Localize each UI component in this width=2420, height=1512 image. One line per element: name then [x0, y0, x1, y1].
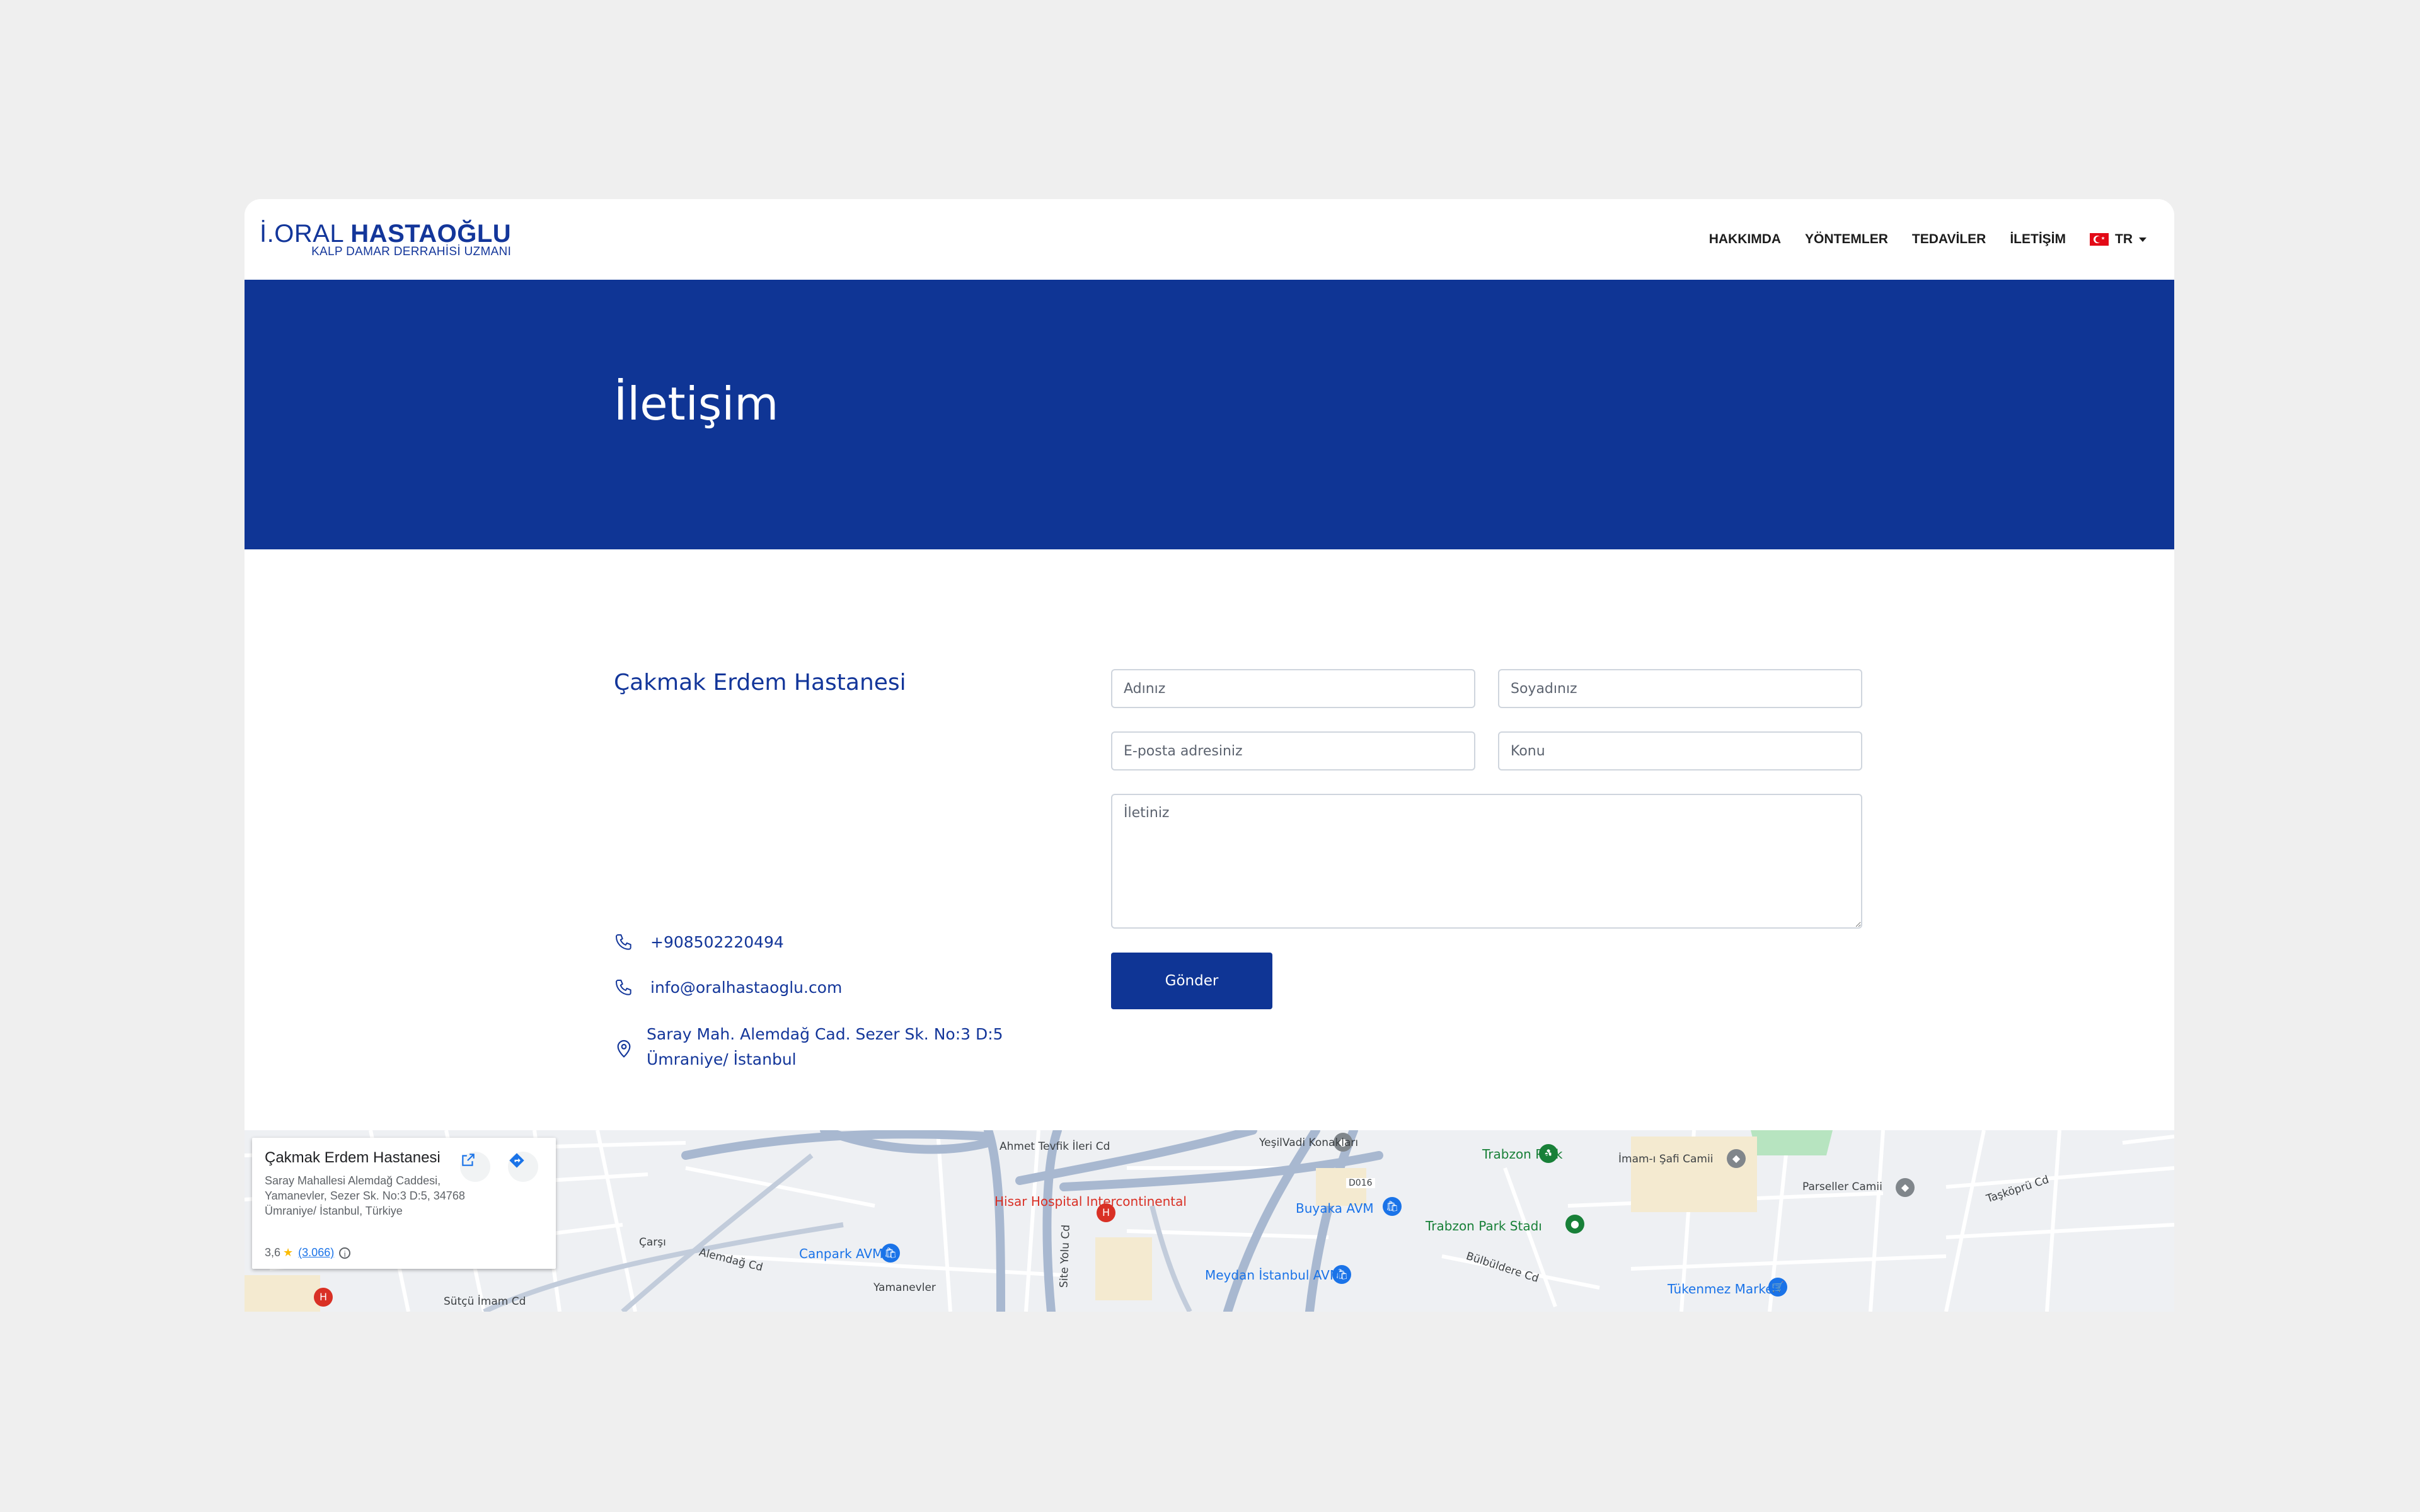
logo-text: İ.ORAL HASTAOĞLU: [260, 220, 511, 247]
open-in-maps-button[interactable]: [460, 1152, 490, 1182]
map-label-site-yolu: Site Yolu Cd: [1057, 1224, 1073, 1288]
map-label-yesilvadi: YeşilVadi Konakları: [1259, 1137, 1359, 1149]
page-title: İletişim: [614, 377, 779, 430]
map-label-meydan: Meydan İstanbul AVM: [1205, 1268, 1341, 1283]
embedded-map[interactable]: H 🛍 🛍 🛍 ♣ ● 🛒 ● ◆ ◆ H Hisar Hospital Int…: [245, 1130, 2174, 1312]
map-label-parseller: Parseller Camii: [1802, 1181, 1882, 1193]
contact-hospital-name: Çakmak Erdem Hastanesi: [614, 670, 906, 696]
map-label-hisar: Hisar Hospital Intercontinental: [994, 1194, 1187, 1209]
hospital-pin-icon[interactable]: H: [314, 1288, 333, 1307]
phone-icon: [616, 980, 631, 995]
map-card-title: Çakmak Erdem Hastanesi: [265, 1149, 441, 1166]
site-logo[interactable]: İ.ORAL HASTAOĞLU KALP DAMAR DERRAHİSİ UZ…: [260, 220, 511, 258]
site-header: İ.ORAL HASTAOĞLU KALP DAMAR DERRAHİSİ UZ…: [245, 199, 2174, 280]
contact-address: Saray Mah. Alemdağ Cad. Sezer Sk. No:3 D…: [614, 1022, 1050, 1072]
phone-icon: [616, 934, 631, 950]
star-icon: ★: [283, 1246, 294, 1259]
map-label-canpark: Canpark AVM: [799, 1246, 884, 1261]
submit-button[interactable]: Gönder: [1111, 953, 1272, 1009]
mosque-pin-icon[interactable]: ◆: [1896, 1178, 1915, 1197]
map-label-buyaka: Buyaka AVM: [1296, 1201, 1374, 1216]
logo-subtitle: KALP DAMAR DERRAHİSİ UZMANI: [311, 245, 512, 258]
email-field[interactable]: [1111, 731, 1475, 770]
language-label: TR: [2115, 232, 2133, 246]
hero-banner: İletişim: [245, 280, 2174, 549]
map-label-tukenmez: Tükenmez Market: [1668, 1281, 1778, 1297]
mosque-pin-icon[interactable]: ◆: [1727, 1149, 1746, 1168]
main-nav: HAKKIMDA YÖNTEMLER TEDAVİLER İLETİŞİM TR: [1685, 199, 2146, 280]
map-label-trabzon-park: Trabzon Park: [1482, 1147, 1563, 1162]
shopping-pin-icon[interactable]: 🛍: [1383, 1197, 1402, 1216]
map-label-d016: D016: [1346, 1178, 1375, 1188]
nav-item-tedaviler[interactable]: TEDAVİLER: [1912, 232, 1986, 247]
nav-item-hakkimda[interactable]: HAKKIMDA: [1709, 232, 1781, 247]
logo-name-bold: HASTAOĞLU: [350, 220, 512, 248]
map-label-ahmet: Ahmet Tevfik İleri Cd: [1000, 1140, 1110, 1153]
nav-item-yontemler[interactable]: YÖNTEMLER: [1805, 232, 1888, 247]
phone-number: +908502220494: [650, 933, 784, 951]
last-name-field[interactable]: [1498, 669, 1862, 708]
directions-button[interactable]: [508, 1152, 538, 1182]
turkey-flag-icon: [2090, 233, 2109, 246]
map-label-sutcu: Sütçü İmam Cd: [444, 1295, 526, 1308]
map-label-trabzon-stadi: Trabzon Park Stadı: [1426, 1218, 1542, 1234]
subject-field[interactable]: [1498, 731, 1862, 770]
page-frame: İ.ORAL HASTAOĞLU KALP DAMAR DERRAHİSİ UZ…: [245, 199, 2174, 1312]
info-icon[interactable]: i: [339, 1247, 351, 1259]
map-pin-icon: [617, 1040, 631, 1058]
shopping-pin-icon[interactable]: 🛍: [881, 1244, 900, 1263]
contact-phone[interactable]: +908502220494: [614, 930, 784, 955]
first-name-field[interactable]: [1111, 669, 1475, 708]
rating-value: 3,6: [265, 1246, 281, 1259]
map-label-carsi: Çarşı: [639, 1236, 666, 1249]
reviews-link[interactable]: (3.066): [298, 1246, 334, 1259]
address-text: Saray Mah. Alemdağ Cad. Sezer Sk. No:3 D…: [647, 1025, 1003, 1068]
caret-down-icon: [2139, 237, 2146, 242]
email-address: info@oralhastaoglu.com: [650, 978, 843, 997]
map-label-imam: İmam-ı Şafi Camii: [1618, 1153, 1714, 1166]
language-dropdown[interactable]: TR: [2090, 232, 2146, 247]
message-textarea[interactable]: [1111, 794, 1862, 929]
directions-icon: [509, 1153, 524, 1168]
logo-name-light: İ.ORAL: [260, 220, 343, 248]
map-card-address: Saray Mahallesi Alemdağ Caddesi, Yamanev…: [265, 1174, 465, 1217]
nav-item-iletisim[interactable]: İLETİŞİM: [2010, 232, 2066, 247]
external-link-icon: [462, 1154, 475, 1166]
map-label-yamanevler: Yamanevler: [873, 1281, 936, 1294]
stadium-pin-icon[interactable]: ●: [1565, 1215, 1584, 1234]
map-card-rating: 3,6 ★ (3.066) i: [265, 1246, 351, 1259]
map-place-card: Çakmak Erdem Hastanesi Saray Mahallesi A…: [252, 1138, 556, 1269]
contact-email[interactable]: info@oralhastaoglu.com: [614, 975, 842, 1000]
